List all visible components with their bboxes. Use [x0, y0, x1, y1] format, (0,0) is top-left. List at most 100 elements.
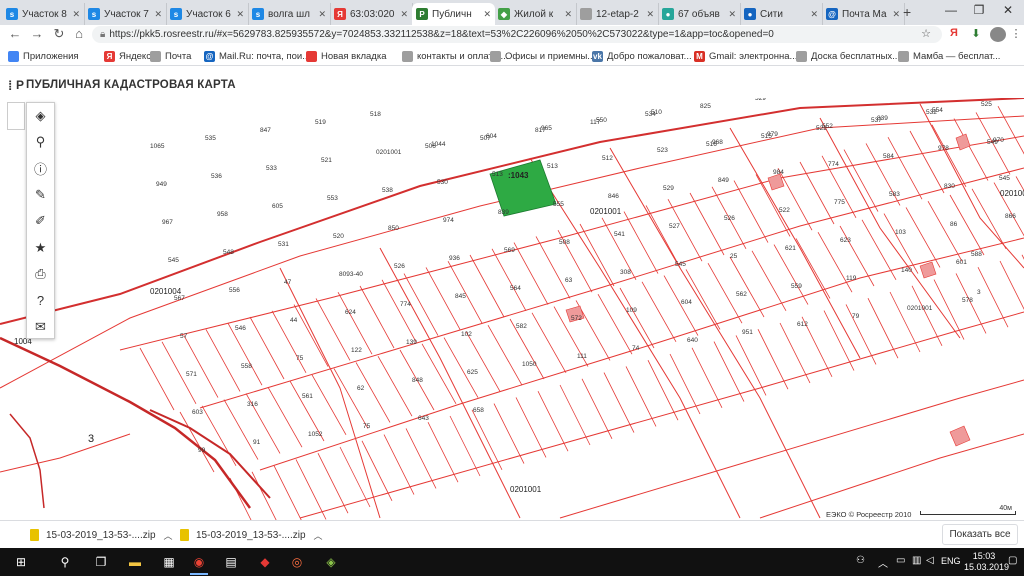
cadastral-map[interactable]: :1043 1065 535 847 519 518 506 507 817 117 534 825…: [0, 98, 1024, 520]
battery-icon[interactable]: ▭: [896, 555, 905, 566]
chrome-icon[interactable]: ◉: [186, 552, 212, 575]
tab-close-icon[interactable]: ✕: [318, 9, 326, 20]
marker-parcel[interactable]: [949, 425, 971, 447]
tab-close-icon[interactable]: ✕: [400, 9, 408, 20]
chevron-up-icon[interactable]: ︿: [164, 529, 173, 542]
menu-kebab-icon[interactable]: ⋮: [1008, 27, 1024, 42]
browser-tab[interactable]: P Публичн ✕: [412, 3, 495, 25]
browser-tab[interactable]: s волга шл ✕: [248, 3, 331, 25]
parcel-border: [713, 341, 745, 402]
firefox-icon[interactable]: ◎: [284, 552, 310, 572]
parcel-number-label: 523: [657, 147, 668, 154]
star-icon[interactable]: ★: [27, 234, 54, 260]
layers-icon[interactable]: ◈: [27, 103, 54, 129]
tab-close-icon[interactable]: ✕: [483, 9, 491, 20]
minimize-icon[interactable]: —: [936, 3, 966, 17]
browser-tab[interactable]: s Участок 7 ✕: [84, 3, 167, 25]
tab-close-icon[interactable]: ✕: [564, 9, 572, 20]
parcel-number-label: 521: [321, 157, 332, 164]
tab-close-icon[interactable]: ✕: [810, 9, 818, 20]
tab-close-icon[interactable]: ✕: [72, 9, 80, 20]
map-toolbar: ◈ ⚲ ⓘ ✎ ✐ ★ ⎙ ? ✉: [26, 102, 55, 339]
home-icon[interactable]: ⌂: [70, 26, 88, 41]
close-window-icon[interactable]: ✕: [993, 3, 1023, 17]
maximize-icon[interactable]: ❐: [964, 3, 994, 17]
chevron-up-icon[interactable]: ︿: [314, 529, 323, 542]
browser-tab[interactable]: ◆ Жилой к ✕: [494, 3, 577, 25]
bookmark-item[interactable]: Доска бесплатных...: [796, 49, 900, 63]
address-bar[interactable]: 🔒︎ https://pkk5.rosreestr.ru/#x=5629783.8…: [92, 26, 942, 43]
bookmark-item[interactable]: Мамба — бесплат...: [898, 49, 1000, 63]
parcel-border: [471, 409, 503, 470]
volume-icon[interactable]: ◁: [926, 555, 934, 566]
forward-icon[interactable]: →: [28, 26, 46, 41]
browser-tab[interactable]: ● 67 объяв ✕: [658, 3, 741, 25]
measure-icon[interactable]: ✐: [27, 208, 54, 234]
browser-tab[interactable]: @ Почта Ма ✕: [822, 3, 905, 25]
browser-tab[interactable]: ● Сити ✕: [740, 3, 823, 25]
parcel-number-label: 518: [370, 111, 381, 118]
parcel-number-label: 583: [889, 191, 900, 198]
browser-tab[interactable]: 12-etap-2 ✕: [576, 3, 659, 25]
reload-icon[interactable]: ↻: [50, 26, 68, 42]
map-canvas[interactable]: :1043 1065535847519518506507817117534825…: [0, 98, 1024, 520]
parcel-border: [931, 124, 967, 187]
people-icon[interactable]: ⚇: [856, 555, 865, 566]
app-icon[interactable]: ◆: [252, 552, 278, 572]
network-icon[interactable]: ▥: [912, 555, 921, 566]
parcel-border: [421, 343, 457, 404]
browser-tab[interactable]: s Участок 6 ✕: [166, 3, 249, 25]
search-icon[interactable]: ⚲: [27, 129, 54, 155]
bookmark-item[interactable]: Приложения: [8, 49, 79, 63]
tab-close-icon[interactable]: ✕: [892, 9, 900, 20]
parcel-number-label: 612: [797, 321, 808, 328]
side-panel-toggle[interactable]: [7, 102, 25, 130]
bookmark-item[interactable]: vk Добро пожаловат...: [592, 49, 692, 63]
windows-start-icon[interactable]: ⊞: [8, 552, 34, 572]
print-icon[interactable]: ⎙: [27, 261, 54, 287]
task-view-icon[interactable]: ❐: [88, 552, 114, 572]
browser-tab[interactable]: s Участок 8 ✕: [2, 3, 85, 25]
tab-close-icon[interactable]: ✕: [646, 9, 654, 20]
tab-close-icon[interactable]: ✕: [728, 9, 736, 20]
file-explorer-icon[interactable]: ▬: [122, 552, 148, 572]
pencil-icon[interactable]: ✎: [27, 182, 54, 208]
notification-icon[interactable]: ▢: [1008, 555, 1017, 566]
calculator-icon[interactable]: ▤: [218, 552, 244, 572]
bookmark-favicon-icon: vk: [592, 50, 603, 62]
bookmark-item[interactable]: Я Яндекс: [104, 49, 151, 63]
bookmark-item[interactable]: M Gmail: электронна...: [694, 49, 797, 63]
extension-icon[interactable]: ⬇: [968, 27, 984, 42]
bookmark-item[interactable]: @ Mail.Ru: почта, пои...: [204, 49, 310, 63]
app-icon-2[interactable]: ◈: [318, 552, 344, 572]
download-item[interactable]: 15-03-2019_13-53-....zip ︿: [30, 527, 173, 543]
mail-icon[interactable]: ✉: [27, 313, 54, 339]
parcel-number-label: 621: [785, 245, 796, 252]
tab-close-icon[interactable]: ✕: [236, 9, 244, 20]
bookmark-star-icon[interactable]: ☆: [918, 27, 934, 42]
new-tab-button[interactable]: +: [903, 4, 911, 20]
tab-close-icon[interactable]: ✕: [154, 9, 162, 20]
search-icon[interactable]: ⚲: [52, 552, 78, 572]
clock[interactable]: 15:03 15.03.2019: [964, 551, 1009, 573]
marker-parcel[interactable]: [767, 173, 785, 191]
back-icon[interactable]: ←: [6, 26, 24, 41]
language-indicator[interactable]: ENG: [941, 556, 961, 566]
download-item[interactable]: 15-03-2019_13-53-....zip ︿: [180, 527, 323, 543]
show-all-downloads-button[interactable]: Показать все: [942, 524, 1018, 545]
parcel-number-label: 541: [614, 231, 625, 238]
bookmark-item[interactable]: Почта: [150, 49, 191, 63]
yandex-extension-icon[interactable]: Я: [946, 27, 962, 42]
browser-tab[interactable]: Я 63:03:020 ✕: [330, 3, 413, 25]
profile-avatar[interactable]: [990, 27, 1006, 42]
marker-parcel[interactable]: [919, 261, 937, 279]
hamburger-menu-icon[interactable]: ⁞: [8, 78, 12, 93]
bookmark-item[interactable]: Новая вкладка: [306, 49, 386, 63]
calendar-icon[interactable]: ▦: [156, 552, 182, 572]
tray-chevron-icon[interactable]: ︿: [878, 555, 888, 570]
bookmark-item[interactable]: Офисы и приемны...: [490, 49, 595, 63]
help-icon[interactable]: ?: [27, 287, 54, 313]
info-icon[interactable]: ⓘ: [27, 156, 54, 182]
parcel-number-label: 513: [547, 163, 558, 170]
road-left-border: [0, 433, 131, 473]
